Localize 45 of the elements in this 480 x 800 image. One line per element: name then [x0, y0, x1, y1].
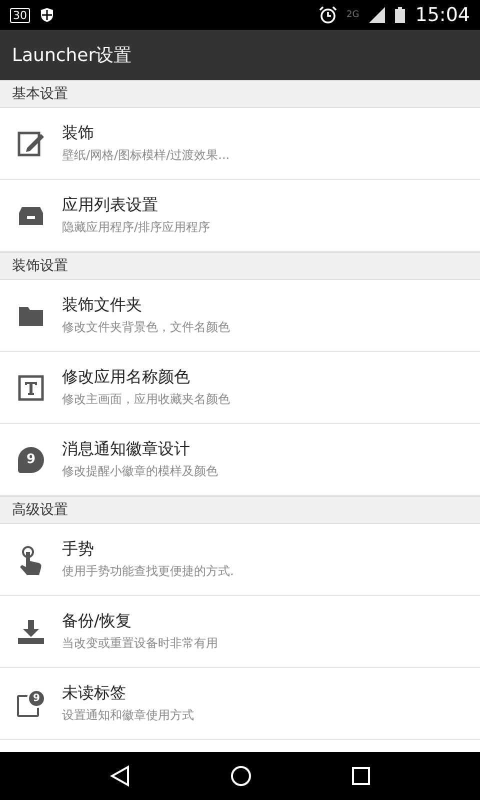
settings-item[interactable]: 手势 使用手势功能查找更便捷的方式.: [0, 524, 480, 596]
battery-icon: [395, 7, 406, 23]
item-title: 装饰: [62, 123, 95, 144]
settings-item[interactable]: 应用列表设置 隐藏应用程序/排序应用程序: [0, 180, 480, 252]
edit-icon: [17, 130, 45, 158]
recents-icon[interactable]: [350, 766, 371, 786]
item-subtitle: 修改文件夹背景色，文件名颜色: [62, 319, 230, 336]
badge-bubble-icon: 9: [18, 446, 44, 472]
item-subtitle: 设置通知和徽章使用方式: [62, 707, 194, 724]
folder-icon: [18, 304, 44, 326]
item-subtitle: 当改变或重置设备时非常有用: [62, 635, 218, 652]
section-header: 高级设置: [0, 496, 480, 524]
item-title: 手势: [62, 539, 95, 560]
item-title: 修改应用名称颜色: [62, 367, 191, 388]
settings-item[interactable]: 备份/恢复 当改变或重置设备时非常有用: [0, 596, 480, 668]
item-subtitle: 修改主画面，应用收藏夹名颜色: [62, 391, 230, 408]
item-subtitle: 隐藏应用程序/排序应用程序: [62, 219, 210, 236]
shield-icon: [40, 7, 54, 23]
alarm-icon: [318, 6, 337, 24]
settings-item[interactable]: 9 消息通知徽章设计 修改提醒小徽章的模样及颜色: [0, 424, 480, 496]
clock-time: 15:04: [415, 4, 470, 26]
section-header: 装饰设置: [0, 252, 480, 280]
settings-item[interactable]: 装饰文件夹 修改文件夹背景色，文件名颜色: [0, 280, 480, 352]
section-header: 基本设置: [0, 80, 480, 108]
item-title: 应用列表设置: [62, 195, 159, 216]
back-icon[interactable]: [109, 765, 132, 787]
item-subtitle: 使用手势功能查找更便捷的方式.: [62, 563, 234, 580]
item-title: 消息通知徽章设计: [62, 439, 191, 460]
touch-icon: [18, 544, 44, 574]
download-icon: [17, 618, 45, 644]
item-title: 装饰文件夹: [62, 295, 143, 316]
settings-item[interactable]: 装饰 壁纸/网格/图标模样/过渡效果...: [0, 108, 480, 180]
text-icon: [18, 374, 44, 400]
home-icon[interactable]: [230, 765, 252, 787]
signal-icon: [369, 7, 386, 23]
settings-item[interactable]: 修改应用名称颜色 修改主画面，应用收藏夹名颜色: [0, 352, 480, 424]
item-title: 未读标签: [62, 683, 127, 704]
calendar-icon: 30: [10, 8, 30, 22]
item-subtitle: 修改提醒小徽章的模样及颜色: [62, 463, 218, 480]
settings-item[interactable]: 9 未读标签 设置通知和徽章使用方式: [0, 668, 480, 740]
network-type: 2G: [346, 10, 360, 20]
item-subtitle: 壁纸/网格/图标模样/过渡效果...: [62, 147, 230, 164]
drawer-icon: [18, 204, 44, 226]
screen-title: Launcher设置: [12, 44, 132, 67]
item-title: 备份/恢复: [62, 611, 132, 632]
